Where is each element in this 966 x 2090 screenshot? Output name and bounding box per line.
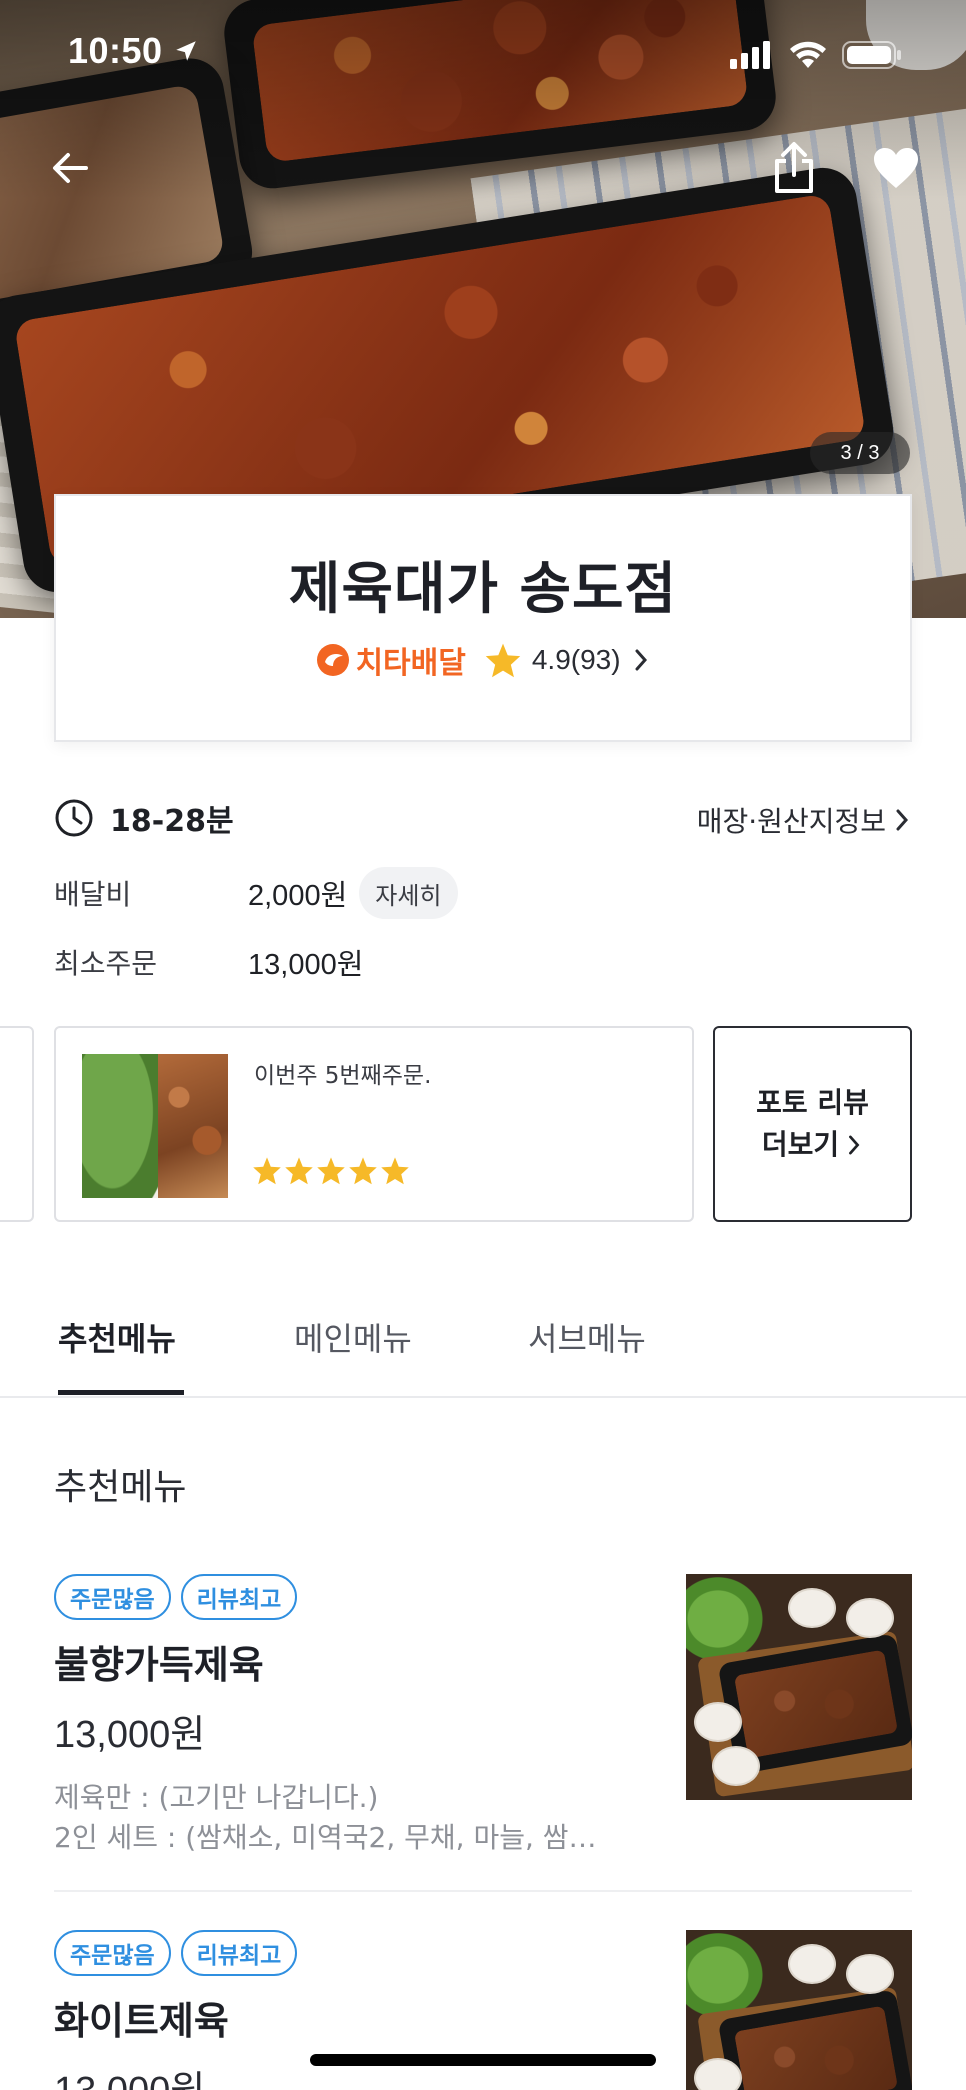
store-name: 제육대가 송도점 bbox=[288, 557, 678, 622]
back-arrow-icon[interactable] bbox=[40, 138, 100, 198]
divider bbox=[54, 1890, 912, 1892]
menu-description: 제육만 : (고기만 나갑니다.) bbox=[54, 1781, 379, 1814]
share-icon[interactable] bbox=[764, 138, 824, 198]
status-bar: 10:50 bbox=[0, 0, 966, 108]
chevron-right-icon bbox=[896, 809, 909, 831]
origin-info-link[interactable]: 매장·원산지정보 bbox=[697, 800, 912, 840]
badge-best-review: 리뷰최고 bbox=[180, 1574, 298, 1620]
menu-item[interactable]: 주문많음 리뷰최고 불향가득제육 13,000원 제육만 : (고기만 나갑니다… bbox=[54, 1574, 912, 1858]
menu-tabs: 추천메뉴 메인메뉴 서브메뉴 bbox=[0, 1290, 966, 1398]
delivery-fee-label: 배달비 bbox=[54, 878, 132, 911]
store-meta[interactable]: 치타배달 4.9(93) bbox=[56, 638, 910, 682]
star-icon bbox=[381, 1157, 409, 1185]
photo-review-label: 포토 리뷰 bbox=[756, 1086, 869, 1119]
menu-description: 2인 세트 : (쌈채소, 미역국2, 무채, 마늘, 쌈… bbox=[54, 1821, 597, 1854]
home-indicator[interactable] bbox=[310, 2054, 656, 2066]
star-icon bbox=[349, 1157, 377, 1185]
delivery-fee-row: 배달비 2,000원 자세히 bbox=[54, 864, 912, 922]
section-title: 추천메뉴 bbox=[54, 1467, 187, 1508]
star-icon bbox=[253, 1157, 281, 1185]
badge-best-review: 리뷰최고 bbox=[180, 1930, 298, 1976]
rating-text: 4.9(93) bbox=[531, 644, 621, 675]
review-card[interactable]: 이번주 5번째주문. bbox=[54, 1026, 694, 1222]
origin-info-label: 매장·원산지정보 bbox=[696, 805, 886, 838]
tab-sub-menu[interactable]: 서브메뉴 bbox=[528, 1314, 646, 1360]
review-text: 이번주 5번째주문. bbox=[254, 1063, 432, 1089]
active-tab-indicator bbox=[58, 1390, 184, 1395]
review-card-previous[interactable] bbox=[0, 1026, 34, 1222]
image-counter: 3 / 3 bbox=[810, 432, 910, 474]
delivery-time-row: 18-28분 매장·원산지정보 bbox=[54, 790, 912, 846]
battery-icon bbox=[842, 41, 901, 69]
star-icon bbox=[317, 1157, 345, 1185]
menu-image bbox=[686, 1930, 912, 2090]
signal-icon bbox=[730, 41, 770, 69]
delivery-fee-value: 2,000원 bbox=[248, 880, 348, 912]
cheetah-logo-icon bbox=[317, 644, 350, 676]
menu-image bbox=[686, 1574, 912, 1800]
badge-popular: 주문많음 bbox=[54, 1574, 171, 1620]
tab-recommended[interactable]: 추천메뉴 bbox=[58, 1314, 176, 1360]
badge-popular: 주문많음 bbox=[54, 1930, 171, 1976]
location-arrow-icon bbox=[175, 41, 196, 61]
min-order-row: 최소주문 13,000원 bbox=[54, 936, 912, 988]
chevron-right-icon bbox=[635, 649, 647, 671]
delivery-brand-label: 치타배달 bbox=[355, 646, 466, 681]
fee-detail-button[interactable]: 자세히 bbox=[359, 867, 458, 919]
star-icon bbox=[485, 643, 521, 678]
delivery-time: 18-28분 bbox=[110, 804, 234, 839]
heart-icon[interactable] bbox=[866, 138, 926, 198]
star-icon bbox=[285, 1157, 313, 1185]
more-label: 더보기 bbox=[761, 1128, 840, 1161]
menu-item[interactable]: 주문많음 리뷰최고 화이트제육 13,000원 bbox=[54, 1930, 912, 2090]
review-photo bbox=[82, 1054, 228, 1198]
delivery-brand: 치타배달 bbox=[315, 638, 466, 682]
clock-icon bbox=[55, 799, 93, 837]
min-order-value: 13,000원 bbox=[248, 949, 364, 981]
status-time: 10:50 bbox=[68, 30, 163, 71]
tab-main-menu[interactable]: 메인메뉴 bbox=[294, 1314, 412, 1360]
min-order-label: 최소주문 bbox=[54, 947, 158, 980]
review-stars bbox=[252, 1156, 410, 1185]
wifi-icon bbox=[790, 41, 826, 68]
chevron-right-icon bbox=[849, 1135, 860, 1155]
photo-review-more-button[interactable]: 포토 리뷰 더보기 bbox=[713, 1026, 912, 1222]
store-card: 제육대가 송도점 치타배달 4.9(93) bbox=[54, 494, 912, 742]
